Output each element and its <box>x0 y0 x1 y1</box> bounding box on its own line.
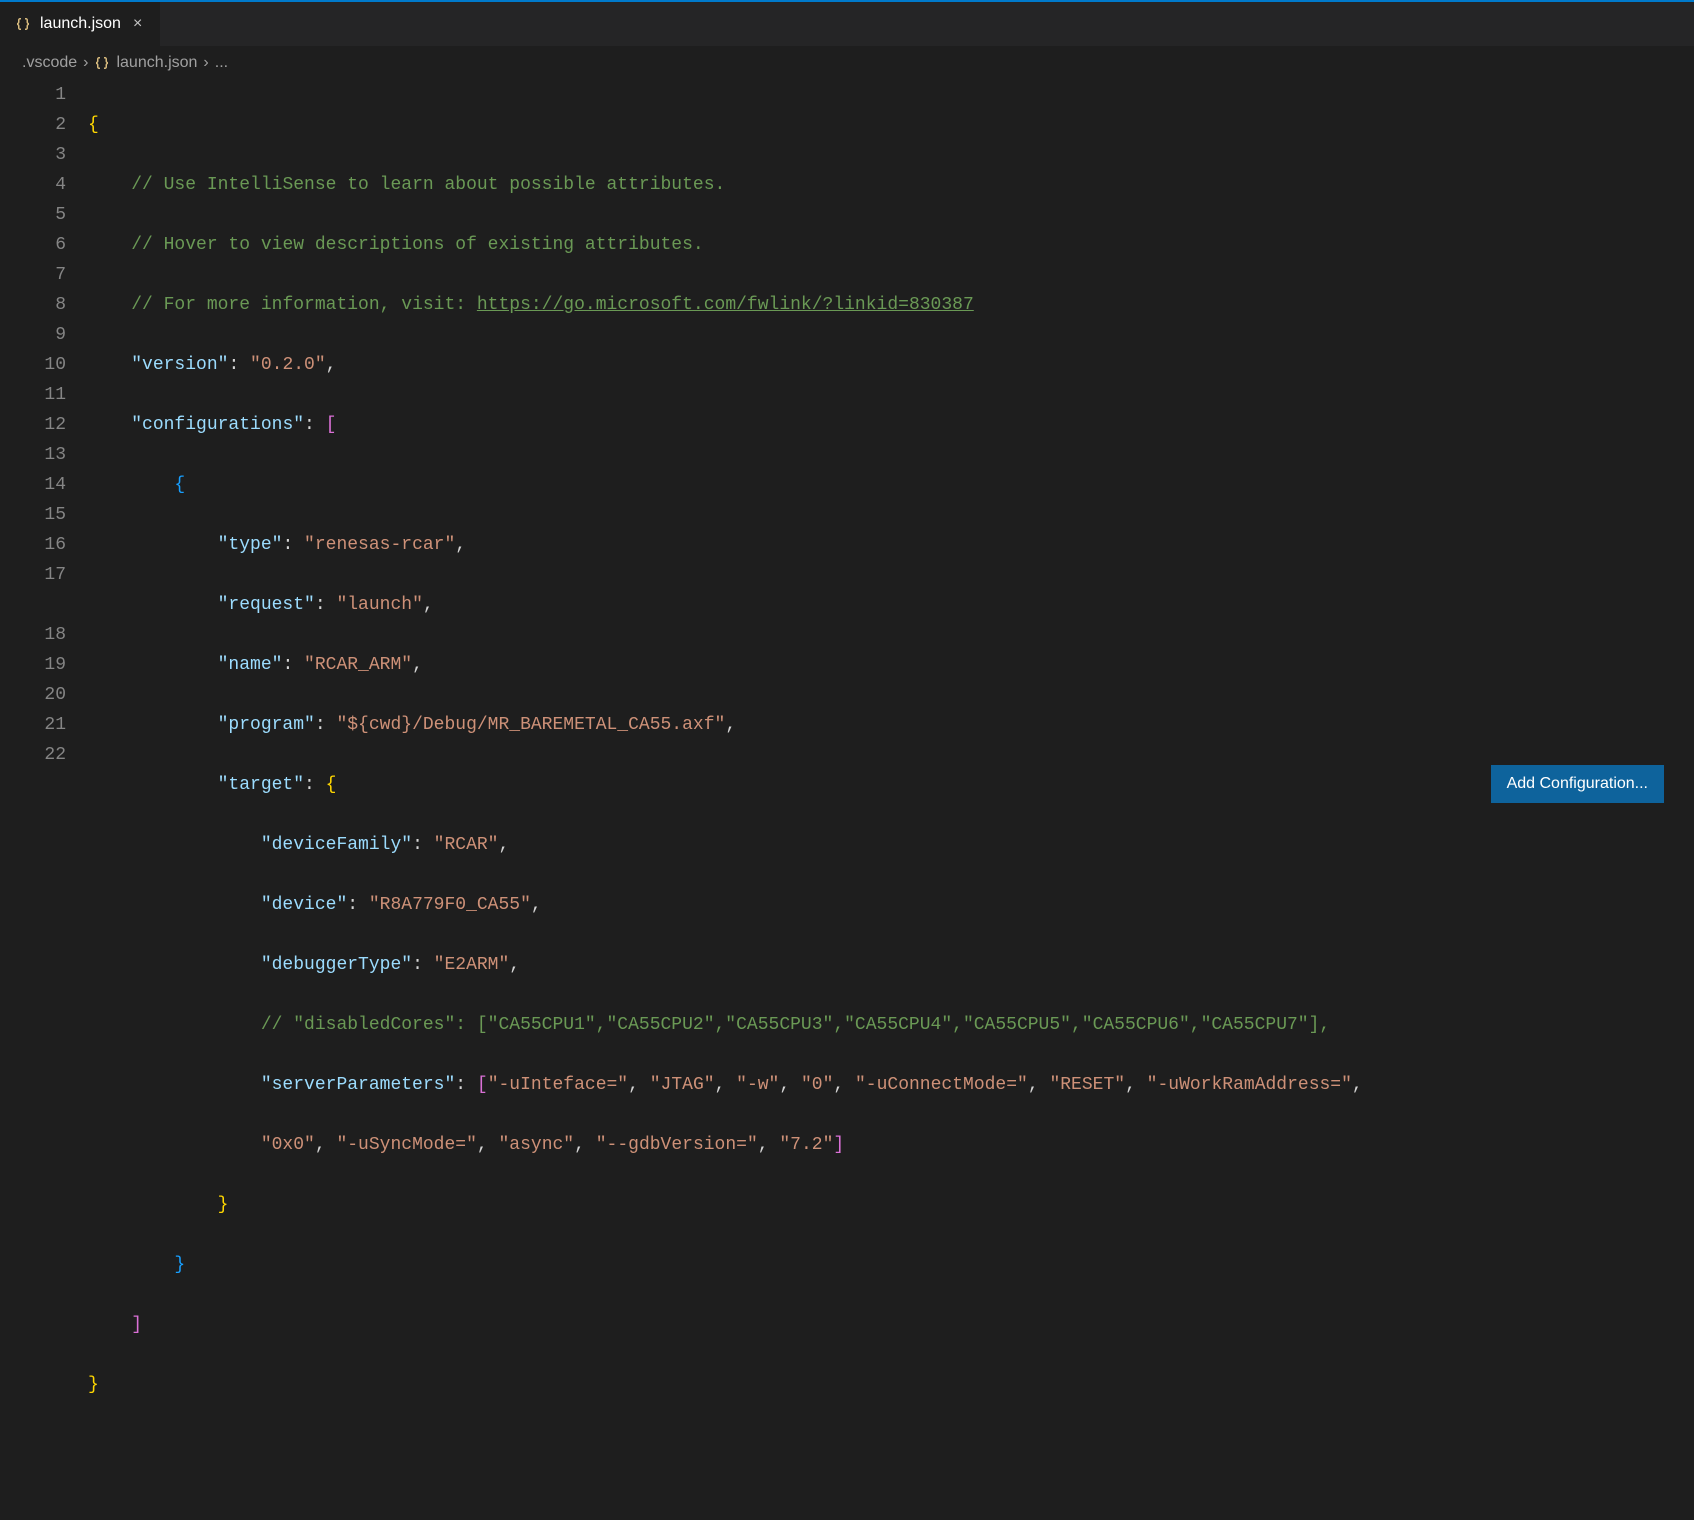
line-number: 8 <box>0 290 66 320</box>
line-number: 5 <box>0 200 66 230</box>
line-number: 17 <box>0 560 66 590</box>
json-braces-icon <box>14 15 32 33</box>
breadcrumb[interactable]: .vscode › launch.json › ... <box>0 46 1694 80</box>
chevron-right-icon: › <box>203 54 208 72</box>
code-line: } <box>88 1190 1694 1220</box>
line-number: 15 <box>0 500 66 530</box>
line-number: 1 <box>0 80 66 110</box>
code-line: "version": "0.2.0", <box>88 350 1694 380</box>
code-line: "configurations": [ <box>88 410 1694 440</box>
line-number: 18 <box>0 620 66 650</box>
line-number: 14 <box>0 470 66 500</box>
line-number: 20 <box>0 680 66 710</box>
breadcrumb-file[interactable]: launch.json <box>116 54 197 72</box>
code-line: "program": "${cwd}/Debug/MR_BAREMETAL_CA… <box>88 710 1694 740</box>
code-line: "serverParameters": ["-uInteface=", "JTA… <box>88 1070 1694 1100</box>
code-line: "type": "renesas-rcar", <box>88 530 1694 560</box>
breadcrumb-folder[interactable]: .vscode <box>22 54 77 72</box>
line-number: 6 <box>0 230 66 260</box>
close-icon[interactable]: × <box>129 13 146 35</box>
code-line: { <box>88 110 1694 140</box>
line-number: 19 <box>0 650 66 680</box>
code-line: "debuggerType": "E2ARM", <box>88 950 1694 980</box>
tab-bar: launch.json × <box>0 0 1694 46</box>
code-editor[interactable]: 1 2 3 4 5 6 7 8 9 10 11 12 13 14 15 16 1… <box>0 80 1694 1520</box>
line-number: 12 <box>0 410 66 440</box>
line-number: 7 <box>0 260 66 290</box>
line-number: 13 <box>0 440 66 470</box>
tab-label: launch.json <box>40 15 121 33</box>
code-content[interactable]: { // Use IntelliSense to learn about pos… <box>88 80 1694 1520</box>
line-number: 9 <box>0 320 66 350</box>
line-number: 11 <box>0 380 66 410</box>
code-line: // For more information, visit: https://… <box>88 290 1694 320</box>
line-number: 2 <box>0 110 66 140</box>
add-configuration-button[interactable]: Add Configuration... <box>1491 765 1664 803</box>
line-number: 16 <box>0 530 66 560</box>
code-line: "0x0", "-uSyncMode=", "async", "--gdbVer… <box>88 1130 1694 1160</box>
line-number: 3 <box>0 140 66 170</box>
chevron-right-icon: › <box>83 54 88 72</box>
code-line: } <box>88 1250 1694 1280</box>
code-line: } <box>88 1370 1694 1400</box>
code-line: "request": "launch", <box>88 590 1694 620</box>
json-braces-icon <box>94 55 110 71</box>
line-number-gutter: 1 2 3 4 5 6 7 8 9 10 11 12 13 14 15 16 1… <box>0 80 88 1520</box>
line-number: 4 <box>0 170 66 200</box>
line-number <box>0 590 66 620</box>
code-line: "target": { <box>88 770 1694 800</box>
breadcrumb-trail[interactable]: ... <box>215 54 228 72</box>
code-line <box>88 1430 1694 1460</box>
tab-launch-json[interactable]: launch.json × <box>0 2 161 46</box>
line-number: 21 <box>0 710 66 740</box>
code-line: { <box>88 470 1694 500</box>
line-number: 10 <box>0 350 66 380</box>
code-line: ] <box>88 1310 1694 1340</box>
line-number: 22 <box>0 740 66 770</box>
code-line: // Hover to view descriptions of existin… <box>88 230 1694 260</box>
code-line: // Use IntelliSense to learn about possi… <box>88 170 1694 200</box>
code-line: "device": "R8A779F0_CA55", <box>88 890 1694 920</box>
code-line: "name": "RCAR_ARM", <box>88 650 1694 680</box>
code-line: "deviceFamily": "RCAR", <box>88 830 1694 860</box>
code-line: // "disabledCores": ["CA55CPU1","CA55CPU… <box>88 1010 1694 1040</box>
